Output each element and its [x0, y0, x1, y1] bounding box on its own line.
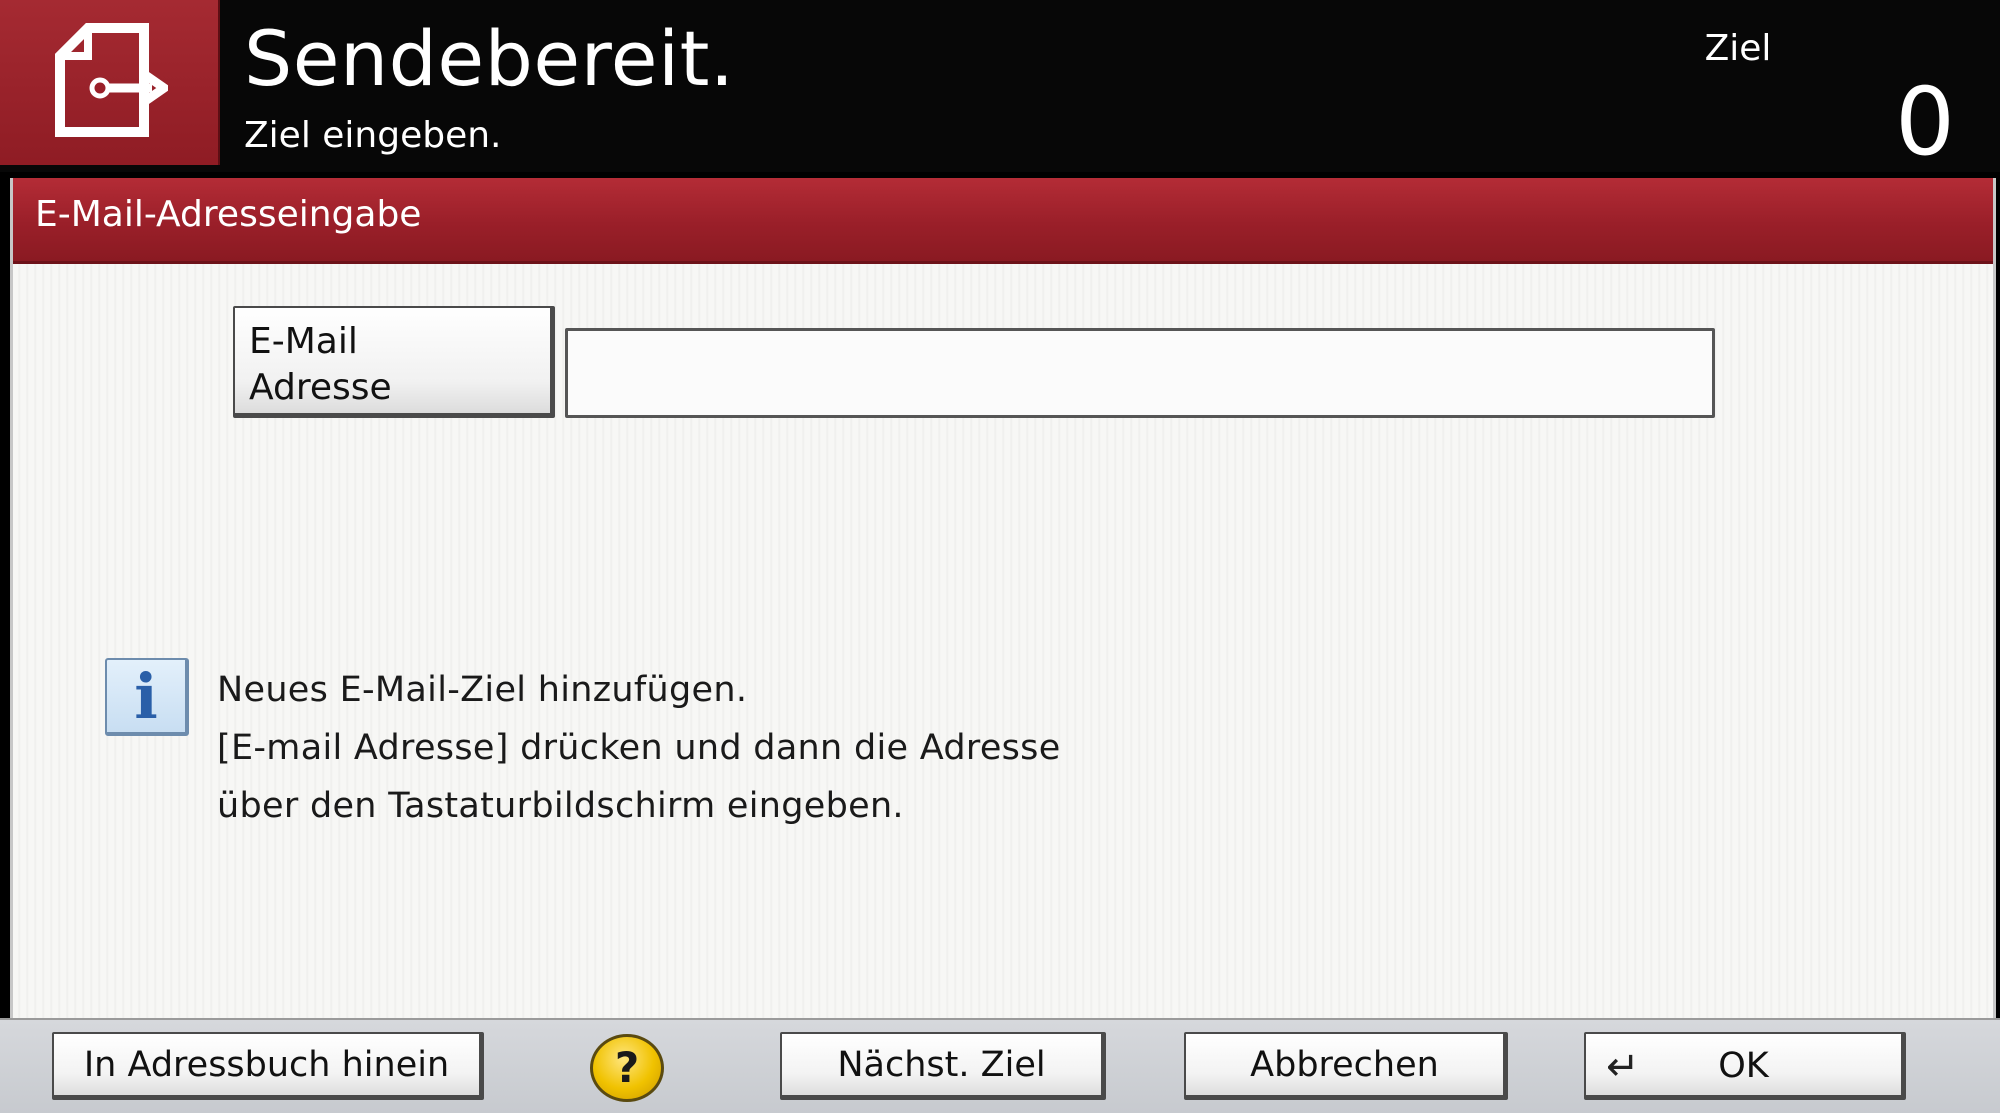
info-icon: i: [105, 658, 189, 736]
dialog-header: E-Mail-Adresseingabe: [13, 178, 1993, 264]
help-icon[interactable]: ?: [590, 1034, 664, 1102]
info-text-line1: Neues E-Mail-Ziel hinzufügen.: [217, 670, 748, 710]
email-address-field[interactable]: [565, 328, 1715, 418]
email-button-line2: Adresse: [249, 366, 392, 408]
email-entry-dialog: E-Mail-Adresseingabe E-Mail Adresse i Ne…: [10, 178, 1996, 1018]
ok-label: OK: [1718, 1046, 1769, 1086]
email-button-line1: E-Mail: [249, 320, 358, 362]
destination-count: 0: [1895, 68, 1955, 177]
page-title: Sendebereit.: [244, 14, 735, 103]
send-document-icon: [55, 23, 168, 137]
add-to-addressbook-button[interactable]: In Adressbuch hinein: [52, 1032, 484, 1100]
mode-tile: [0, 0, 220, 165]
info-text-line2: [E-mail Adresse] drücken und dann die Ad…: [217, 728, 1061, 768]
email-address-button[interactable]: E-Mail Adresse: [233, 306, 555, 418]
page-subtitle: Ziel eingeben.: [244, 115, 502, 156]
destination-label: Ziel: [1704, 28, 1772, 69]
info-text-line3: über den Tastaturbildschirm eingeben.: [217, 786, 904, 826]
next-destination-button[interactable]: Nächst. Ziel: [780, 1032, 1106, 1100]
status-bar: Sendebereit. Ziel eingeben. Ziel 0: [0, 0, 2000, 177]
action-bar: In Adressbuch hinein ? Nächst. Ziel Abbr…: [0, 1018, 2000, 1113]
cancel-button[interactable]: Abbrechen: [1184, 1032, 1508, 1100]
dialog-title: E-Mail-Adresseingabe: [35, 194, 422, 235]
ok-button[interactable]: ↵ OK: [1584, 1032, 1906, 1100]
